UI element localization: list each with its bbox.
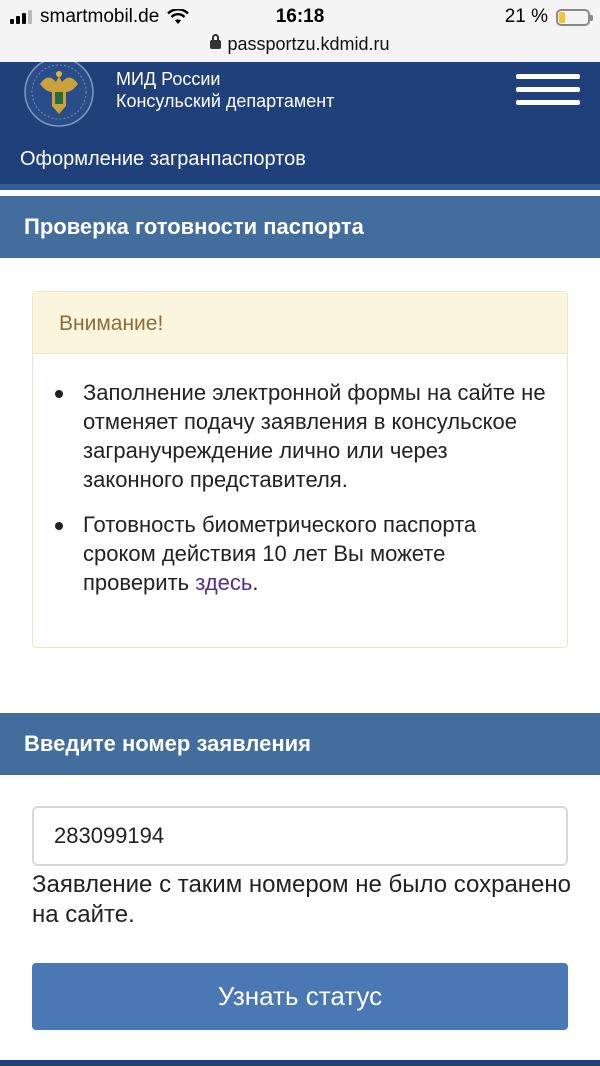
header-subtitle[interactable]: Оформление загранпаспортов xyxy=(20,148,306,171)
alert-item-2-text: Готовность биометрического паспорта срок… xyxy=(83,512,477,595)
battery-icon xyxy=(556,8,593,26)
alert-item-1: Заполнение электронной формы на сайте не… xyxy=(55,378,547,494)
battery-level xyxy=(559,11,565,23)
hamburger-menu-icon[interactable] xyxy=(516,74,580,105)
double-headed-eagle-emblem-icon xyxy=(24,62,94,127)
application-number-input[interactable] xyxy=(32,806,568,866)
url-text: passportzu.kdmid.ru xyxy=(227,34,390,54)
organization-name: МИД России Консульский департамент xyxy=(116,68,334,112)
lock-icon xyxy=(210,34,222,49)
footer-strip xyxy=(0,1060,600,1066)
site-header: МИД России Консульский департамент Оформ… xyxy=(0,62,600,190)
warning-alert: Внимание! Заполнение электронной формы н… xyxy=(32,291,568,648)
status-right: 21 % xyxy=(504,6,593,28)
biometric-check-link[interactable]: здесь xyxy=(195,570,252,595)
section-title-check: Проверка готовности паспорта xyxy=(0,196,600,258)
check-status-button[interactable]: Узнать статус xyxy=(32,963,568,1030)
error-message: Заявление с таким номером не было сохран… xyxy=(32,871,571,928)
section-title-number: Введите номер заявления xyxy=(0,713,600,775)
alert-item-2-suffix: . xyxy=(252,570,259,595)
org-line-2: Консульский департамент xyxy=(116,91,335,111)
status-bar: smartmobil.de 16:18 21 % xyxy=(0,0,600,34)
url-bar[interactable]: passportzu.kdmid.ru xyxy=(0,34,600,62)
alert-list: Заполнение электронной формы на сайте не… xyxy=(33,354,567,597)
org-line-1: МИД России xyxy=(116,69,221,89)
alert-heading: Внимание! xyxy=(33,292,567,354)
battery-percent: 21 % xyxy=(504,6,548,27)
alert-item-2: Готовность биометрического паспорта срок… xyxy=(55,510,547,597)
